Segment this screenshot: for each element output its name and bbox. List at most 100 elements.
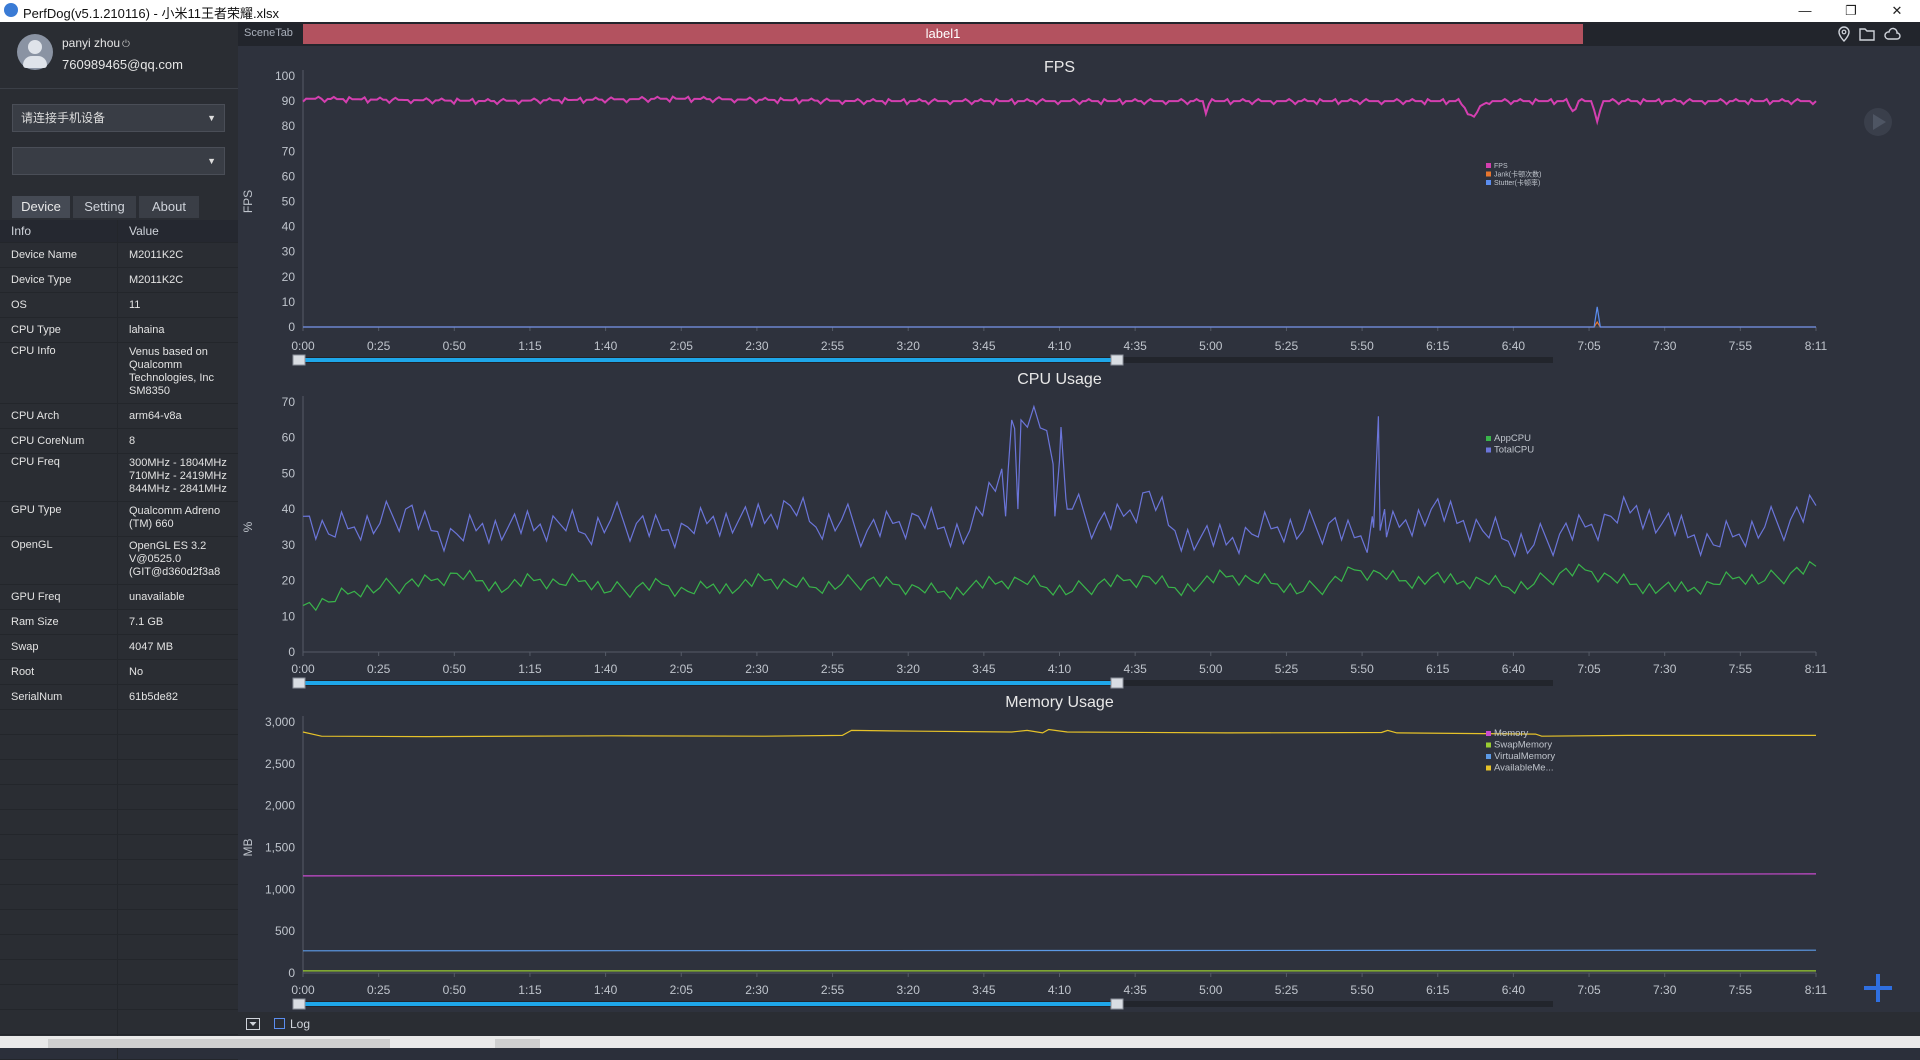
x-tick-label: 2:05 (670, 983, 694, 997)
table-row: CPU Info Venus based on Qualcomm Technologi… (0, 343, 238, 404)
x-tick-label: 6:40 (1502, 983, 1526, 997)
x-tick-label: 1:40 (594, 339, 618, 353)
legend-label: Jank(卡顿次数) (1494, 170, 1541, 179)
restore-button[interactable]: ❐ (1828, 0, 1874, 22)
folder-icon[interactable] (1858, 25, 1876, 43)
info-value-line: 61b5de82 (129, 691, 178, 703)
status-bar (0, 1036, 1920, 1048)
info-value-line: unavailable (129, 591, 185, 603)
info-key-empty (0, 735, 118, 759)
table-row: CPU CoreNum 8 (0, 429, 238, 454)
x-tick-label: 7:55 (1729, 983, 1753, 997)
info-key: CPU Freq (0, 454, 118, 501)
info-value-line: 844MHz - 2841MHz (129, 483, 227, 495)
y-tick-label: 50 (282, 466, 296, 480)
x-tick-label: 0:50 (443, 339, 467, 353)
tab-setting[interactable]: Setting (73, 196, 136, 218)
x-tick-label: 5:25 (1275, 983, 1299, 997)
range-slider-handle[interactable] (1110, 998, 1124, 1010)
chevron-down-icon: ▼ (207, 156, 216, 166)
table-row-empty (0, 885, 238, 910)
info-value-line: 11 (129, 299, 141, 311)
table-row: Device Type M2011K2C (0, 268, 238, 293)
series-line-totalcpu (302, 404, 1817, 558)
minimize-button[interactable]: — (1782, 0, 1828, 22)
info-key: CPU Info (0, 343, 118, 403)
x-tick-label: 2:55 (821, 662, 845, 676)
info-value: 300MHz - 1804MHz 710MHz - 2419MHz 844MHz -… (119, 454, 238, 496)
info-key-empty (0, 885, 118, 909)
range-slider-handle[interactable] (292, 677, 306, 689)
location-icon[interactable] (1835, 25, 1853, 43)
series-line-jank- (303, 320, 1816, 328)
table-row: OpenGL OpenGL ES 3.2 V@0525.0 (GIT@d360d2f3… (0, 537, 238, 585)
tab-about[interactable]: About (139, 196, 199, 218)
range-slider-fill (298, 1002, 1116, 1006)
x-tick-label: 5:25 (1275, 339, 1299, 353)
scene-tab[interactable]: SceneTab (244, 27, 293, 39)
y-tick-label: 2,500 (265, 757, 295, 771)
info-value: unavailable (119, 585, 238, 604)
user-name: panyi zhou (62, 36, 121, 50)
table-row: Device Name M2011K2C (0, 243, 238, 268)
tab-device[interactable]: Device (12, 196, 70, 218)
legend-label: FPS (1494, 163, 1508, 170)
app-icon (4, 3, 18, 17)
x-tick-label: 2:05 (670, 662, 694, 676)
range-slider-handle[interactable] (1110, 677, 1124, 689)
device-select[interactable]: 请连接手机设备 ▼ (12, 104, 225, 132)
y-tick-label: 500 (275, 924, 295, 938)
status-segment (495, 1039, 540, 1048)
info-key-empty (0, 985, 118, 1009)
avatar[interactable] (17, 34, 53, 70)
info-key-empty (0, 910, 118, 934)
table-row: GPU Freq unavailable (0, 585, 238, 610)
power-icon[interactable]: ⏻ (122, 39, 130, 50)
info-value-line: 4047 MB (129, 641, 174, 653)
x-tick-label: 0:00 (291, 662, 315, 676)
scene-toolbar: SceneTab label1 (238, 22, 1920, 46)
divider (0, 88, 238, 89)
info-value-line: (TM) 660 (129, 518, 174, 530)
series-line-availableme- (302, 728, 1816, 738)
x-tick-label: 1:40 (594, 662, 618, 676)
x-tick-label: 5:00 (1199, 339, 1223, 353)
user-email: 760989465@qq.com (62, 57, 183, 72)
x-tick-label: 4:35 (1123, 339, 1147, 353)
add-chart-button[interactable] (1864, 974, 1892, 1002)
y-tick-label: 1,000 (265, 882, 295, 896)
x-tick-label: 6:40 (1502, 339, 1526, 353)
x-tick-label: 2:30 (745, 339, 769, 353)
info-key: Swap (0, 635, 118, 659)
y-tick-label: 60 (282, 431, 296, 445)
cloud-icon[interactable] (1883, 25, 1901, 43)
chart-panel-1: CPU Usage 0 10 20 30 40 50 60 70% 0:00 0:25 0:50 1:1… (241, 371, 1828, 689)
info-value-line: M2011K2C (129, 249, 184, 261)
legend-swatch (1486, 163, 1491, 168)
app-select[interactable]: ▼ (12, 147, 225, 175)
play-button[interactable] (1864, 108, 1892, 136)
table-row-empty (0, 810, 238, 835)
info-key: OpenGL (0, 537, 118, 584)
table-row: Swap 4047 MB (0, 635, 238, 660)
range-slider-handle[interactable] (292, 998, 306, 1010)
table-row-empty (0, 835, 238, 860)
info-value: Venus based on Qualcomm Technologies, Inc S… (119, 343, 238, 398)
info-key-empty (0, 860, 118, 884)
x-tick-label: 3:20 (897, 339, 921, 353)
table-row-empty (0, 710, 238, 735)
collapse-icon[interactable] (246, 1018, 260, 1030)
scene-label-bar[interactable]: label1 (303, 24, 1583, 44)
info-value: OpenGL ES 3.2 V@0525.0 (GIT@d360d2f3a8 (119, 537, 238, 579)
y-tick-label: 2,000 (265, 799, 295, 813)
info-key: CPU Arch (0, 404, 118, 428)
charts-canvas: FPS0102030405060708090100FPS0:00 0:25 0:50… (241, 59, 1892, 1010)
close-button[interactable]: ✕ (1874, 0, 1920, 22)
log-checkbox[interactable] (274, 1018, 285, 1029)
range-slider-handle[interactable] (292, 354, 306, 366)
y-tick-label: 20 (282, 270, 296, 284)
info-value-line: Technologies, Inc (129, 372, 214, 384)
table-row-empty (0, 1010, 238, 1035)
range-slider-handle[interactable] (1110, 354, 1124, 366)
info-key-empty (0, 810, 118, 834)
